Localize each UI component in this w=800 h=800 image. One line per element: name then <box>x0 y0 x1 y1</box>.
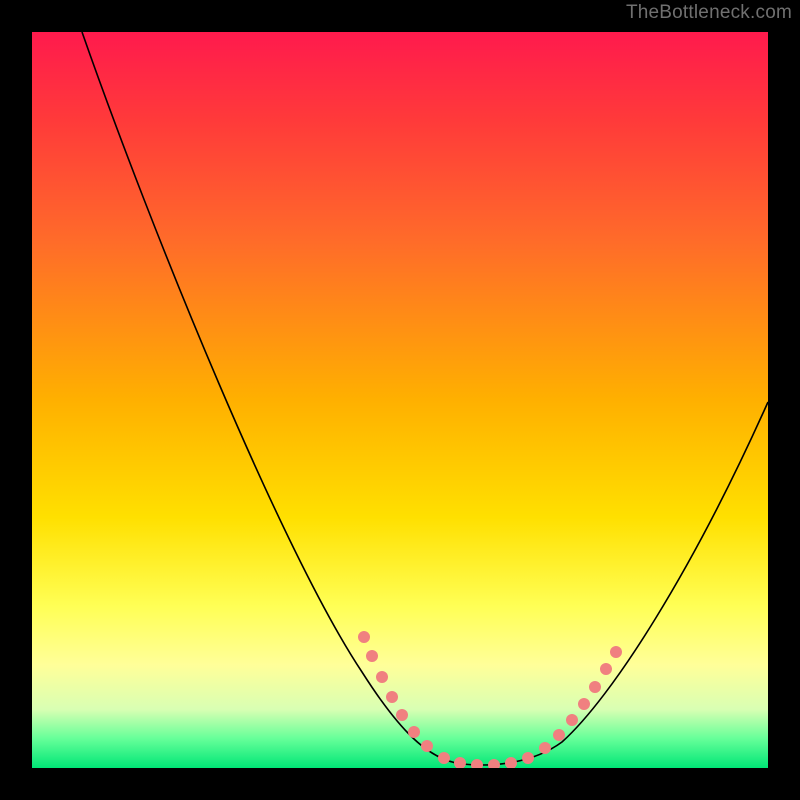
curve-dots-left <box>358 631 433 752</box>
bottleneck-curve <box>32 32 768 768</box>
plot-area <box>32 32 768 768</box>
curve-dots-right <box>539 646 622 754</box>
curve-path <box>82 32 768 765</box>
chart-frame <box>16 16 784 784</box>
